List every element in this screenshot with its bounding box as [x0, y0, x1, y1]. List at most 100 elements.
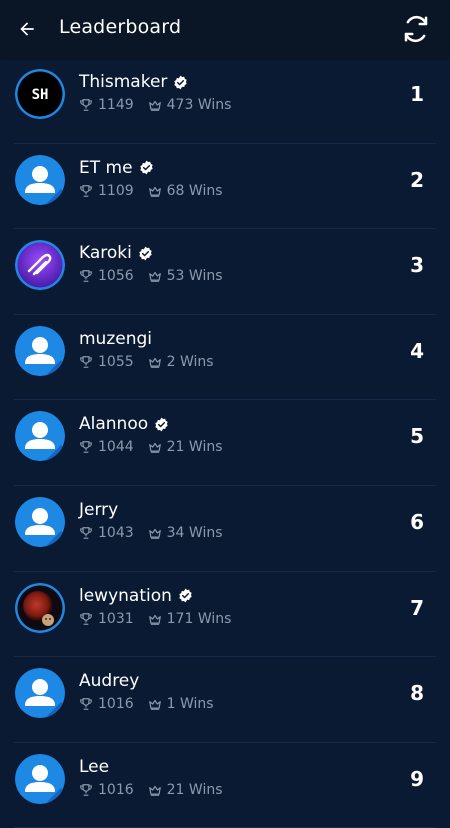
crown-icon: [148, 272, 161, 283]
trophy-icon: [80, 184, 92, 197]
verified-badge-icon: [179, 588, 192, 603]
player-stats: 1109 68 Wins: [79, 183, 223, 199]
verified-badge-icon: [139, 246, 152, 261]
trophy-count: 1043: [98, 524, 134, 541]
rank-number: 1: [410, 82, 424, 106]
trophy-stat: 1031: [79, 611, 134, 627]
wins-stat: 1 Wins: [148, 696, 214, 712]
player-name-line: Karoki: [79, 243, 153, 263]
avatar[interactable]: [15, 325, 65, 376]
avatar[interactable]: [15, 753, 65, 804]
wins-count: 68 Wins: [166, 182, 223, 199]
player-stats: 1043 34 Wins: [79, 525, 223, 541]
leaderboard-row[interactable]: muzengi 1055 2 Wins 4: [0, 315, 450, 401]
wins-count: 2 Wins: [166, 353, 214, 370]
rank-number: 3: [410, 253, 424, 278]
player-stats: 1016 1 Wins: [79, 696, 214, 712]
trophy-icon: [80, 355, 92, 368]
leaderboard-row[interactable]: lewynation 1031 171 Wins 7: [0, 572, 450, 658]
verified-badge-icon: [174, 75, 188, 89]
leaderboard-row[interactable]: Lee 1016 21 Wins 9: [0, 743, 450, 828]
arrow-left-icon: [20, 22, 34, 36]
trophy-count: 1016: [98, 696, 134, 713]
player-stats: 1056 53 Wins: [79, 268, 223, 284]
trophy-stat: 1056: [79, 268, 134, 284]
avatar[interactable]: [15, 496, 65, 547]
trophy-stat: 1043: [79, 525, 134, 541]
refresh-icon: [404, 15, 428, 43]
leaderboard-row[interactable]: ET me 1109 68 Wins 2: [0, 144, 450, 230]
player-name: Karoki: [79, 243, 132, 264]
leaderboard-row[interactable]: Audrey 1016 1 Wins 8: [0, 657, 450, 743]
leaderboard-row[interactable]: Jerry 1043 34 Wins 6: [0, 486, 450, 572]
trophy-stat: 1044: [79, 439, 134, 455]
player-stats: 1149 473 Wins: [79, 97, 231, 113]
trophy-stat: 1016: [79, 696, 134, 712]
trophy-icon: [80, 99, 92, 111]
avatar-logo-text: SH: [32, 87, 49, 103]
wins-count: 21 Wins: [166, 439, 223, 456]
trophy-icon: [80, 270, 92, 283]
avatar[interactable]: [15, 240, 65, 291]
wins-stat: 68 Wins: [148, 183, 223, 199]
leaderboard-list: SH Thismaker 1149 473 Wins 1 ET me 1109 68 Wins…: [0, 58, 450, 828]
wins-stat: 21 Wins: [148, 439, 223, 455]
trophy-count: 1031: [98, 610, 134, 627]
leaderboard-row[interactable]: Alannoo 1044 21 Wins 5: [0, 400, 450, 486]
trophy-count: 1044: [98, 439, 134, 456]
player-name-line: ET me: [79, 158, 154, 178]
wins-count: 473 Wins: [166, 97, 232, 113]
rank-number: 7: [410, 595, 424, 620]
player-name: Jerry: [79, 499, 119, 520]
trophy-count: 1055: [98, 353, 134, 370]
back-button[interactable]: [12, 14, 42, 44]
crown-icon: [148, 528, 161, 539]
rank-number: 8: [410, 681, 424, 706]
avatar[interactable]: [15, 154, 65, 205]
player-name-line: Thismaker: [79, 72, 188, 92]
page-title: Leaderboard: [59, 16, 182, 38]
refresh-button[interactable]: [400, 13, 432, 45]
player-name-line: muzengi: [79, 329, 152, 349]
trophy-icon: [80, 698, 92, 710]
crown-icon: [148, 614, 161, 625]
player-stats: 1016 21 Wins: [79, 782, 223, 798]
trophy-count: 1016: [98, 781, 134, 798]
rank-number: 6: [410, 509, 424, 534]
crown-icon: [148, 357, 161, 368]
wins-count: 53 Wins: [166, 268, 223, 285]
wins-stat: 171 Wins: [148, 610, 232, 627]
leaderboard-row[interactable]: SH Thismaker 1149 473 Wins 1: [0, 58, 450, 144]
verified-badge-icon: [155, 417, 168, 432]
rank-number: 9: [410, 766, 424, 791]
avatar[interactable]: [15, 411, 65, 462]
player-name: Lee: [79, 756, 110, 777]
player-name-line: lewynation: [79, 586, 193, 606]
wins-count: 171 Wins: [166, 610, 232, 627]
wins-stat: 21 Wins: [148, 782, 223, 798]
trophy-icon: [80, 612, 92, 625]
player-name: Thismaker: [79, 72, 168, 92]
player-name: ET me: [79, 157, 133, 178]
app-bar: Leaderboard: [0, 0, 450, 58]
leaderboard-row[interactable]: Karoki 1056 53 Wins 3: [0, 229, 450, 315]
crown-icon: [148, 700, 161, 710]
player-name-line: Jerry: [79, 500, 118, 520]
rank-number: 5: [410, 424, 424, 449]
wins-count: 1 Wins: [166, 696, 214, 713]
crown-icon: [148, 443, 161, 454]
player-stats: 1044 21 Wins: [79, 439, 223, 455]
trophy-stat: 1149: [79, 97, 134, 113]
wins-stat: 34 Wins: [148, 525, 223, 541]
avatar[interactable]: SH: [15, 69, 65, 119]
trophy-count: 1149: [98, 97, 134, 113]
rank-number: 2: [410, 167, 424, 192]
trophy-icon: [80, 527, 92, 539]
rank-number: 4: [410, 338, 424, 363]
avatar[interactable]: [15, 582, 65, 633]
trophy-icon: [80, 783, 92, 796]
player-name: Alannoo: [79, 414, 149, 435]
player-stats: 1031 171 Wins: [79, 611, 231, 627]
avatar[interactable]: [15, 668, 65, 719]
player-stats: 1055 2 Wins: [79, 354, 214, 370]
